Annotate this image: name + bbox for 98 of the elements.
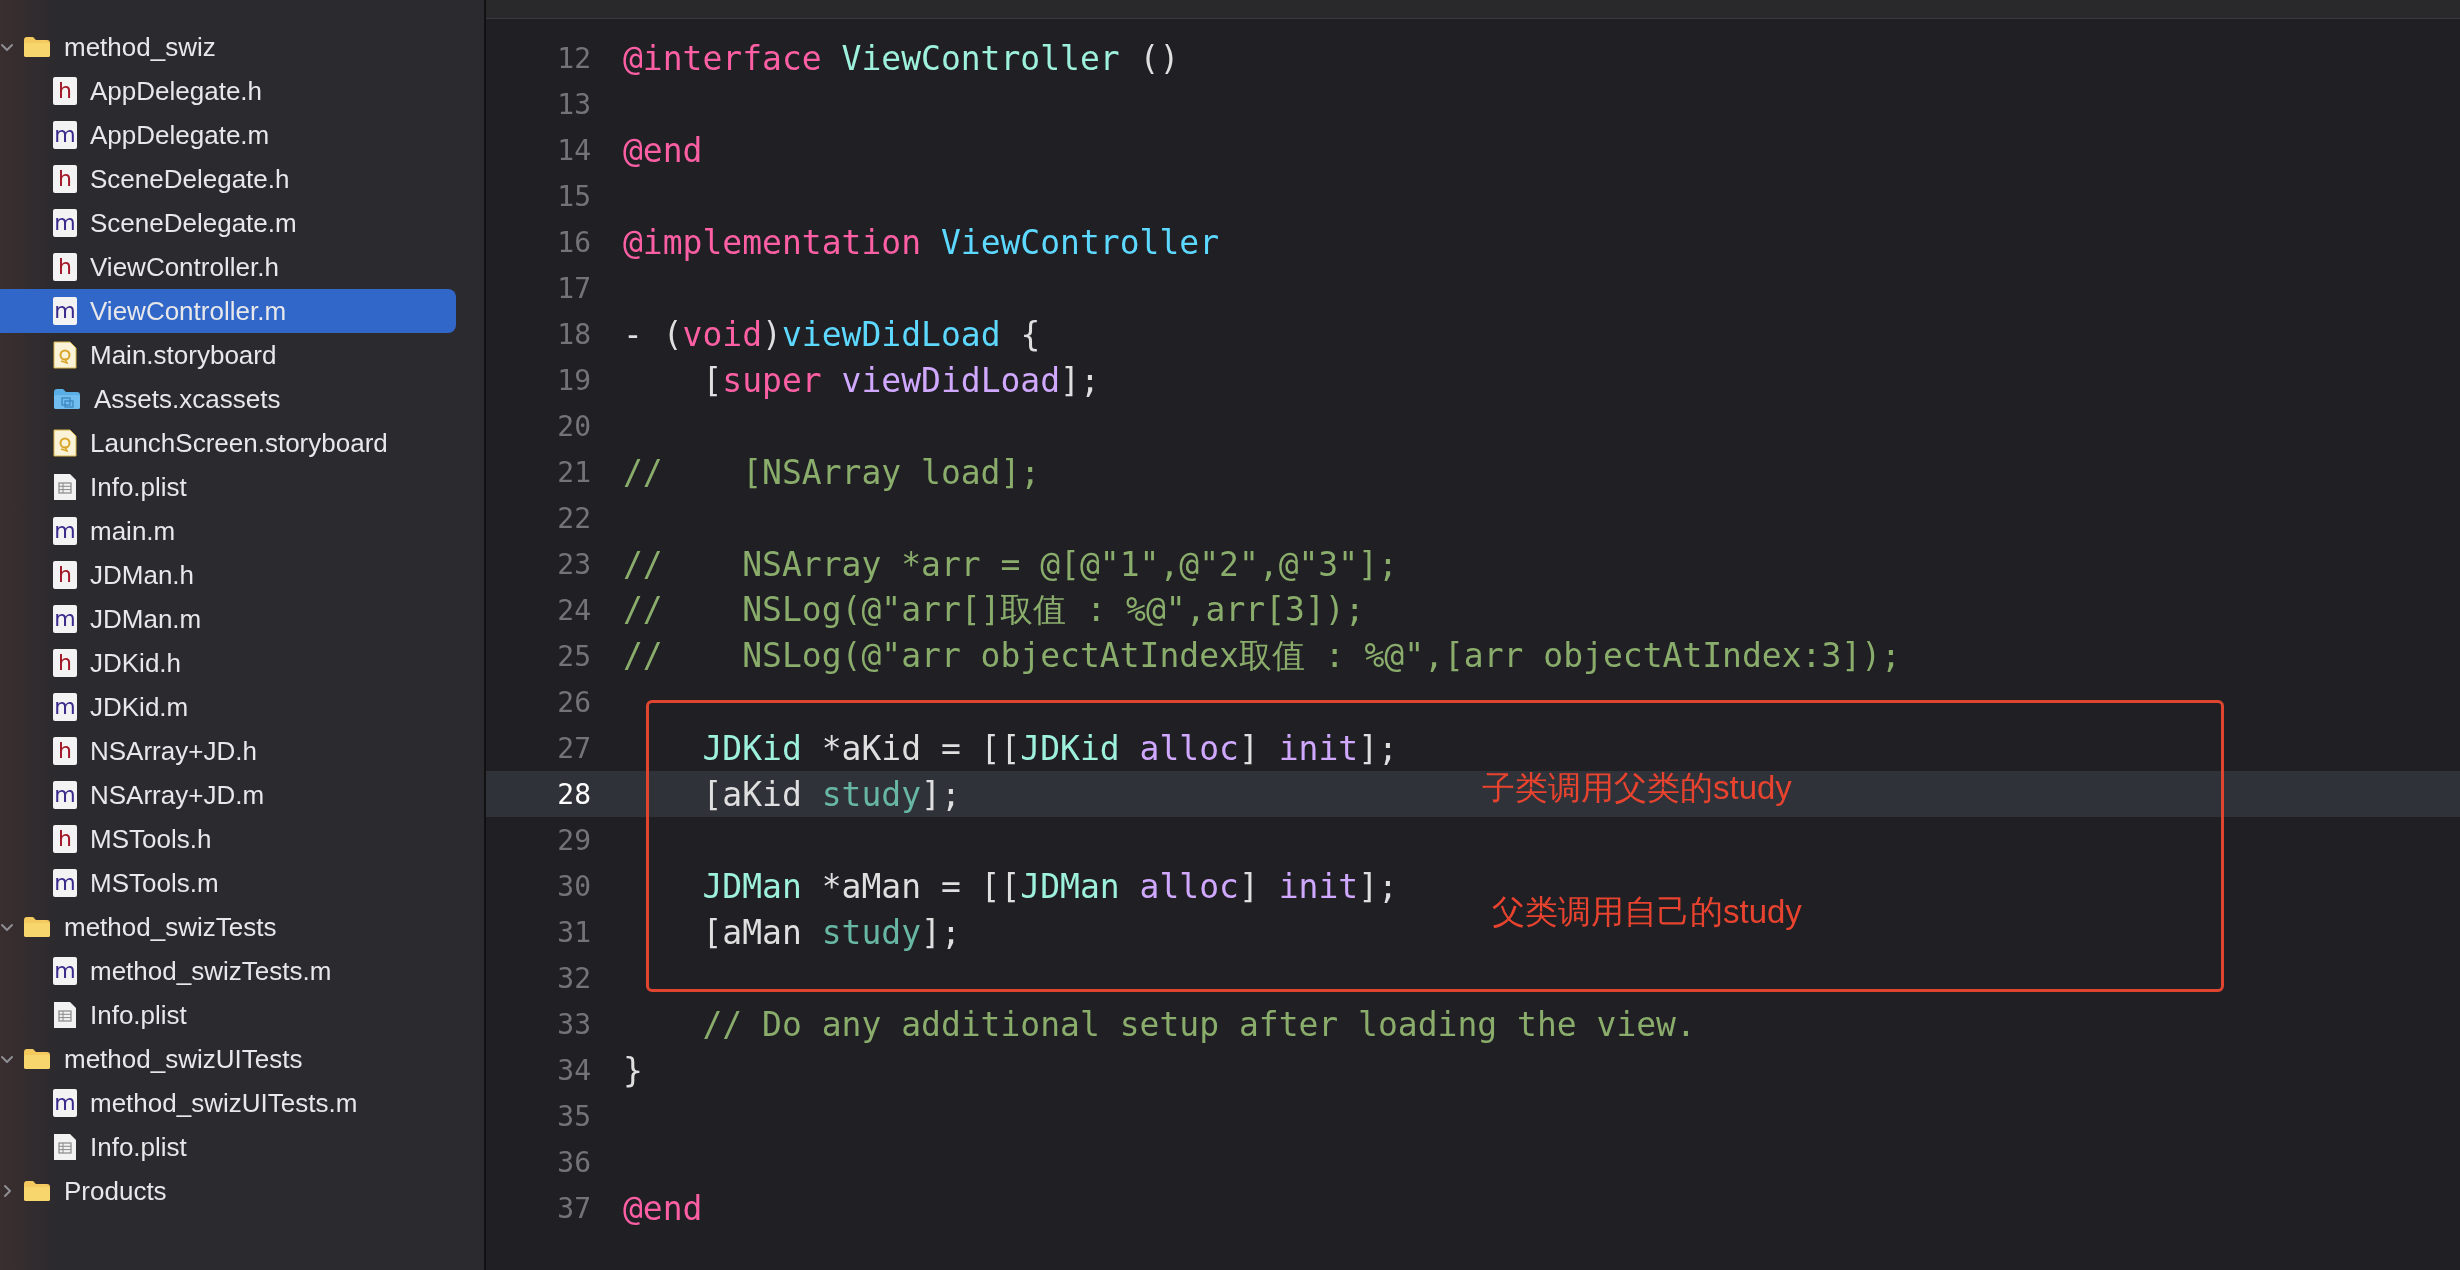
line-number: 19: [556, 363, 591, 397]
plist-icon: [53, 1133, 77, 1161]
file-icon: m: [53, 957, 77, 985]
navigator-item[interactable]: Info.plist: [0, 1125, 456, 1169]
navigator-item[interactable]: Products: [0, 1169, 456, 1213]
code-line: [aMan study];: [701, 912, 961, 952]
code-line: @interface ViewController (): [623, 38, 1180, 78]
file-icon: m: [53, 693, 77, 721]
navigator-item[interactable]: m JDMan.m: [0, 597, 456, 641]
annotation-note: 子类调用父类的study: [1482, 768, 1792, 808]
navigator-item[interactable]: h JDKid.h: [0, 641, 456, 685]
navigator-item[interactable]: Info.plist: [0, 465, 456, 509]
navigator-item[interactable]: m SceneDelegate.m: [0, 201, 456, 245]
code-line: JDMan *aMan = [[JDMan alloc] init];: [701, 866, 1398, 906]
file-icon: m: [53, 517, 77, 545]
annotation-note: 父类调用自己的study: [1492, 892, 1802, 932]
code-line: // NSArray *arr = @[@"1",@"2",@"3"];: [623, 544, 1398, 584]
file-icon: m: [53, 1089, 77, 1117]
line-number: 34: [556, 1053, 591, 1087]
folder-icon: [23, 1180, 51, 1202]
navigator-item[interactable]: LaunchScreen.storyboard: [0, 421, 456, 465]
storyboard-icon: [53, 341, 77, 369]
navigator-item[interactable]: m ViewController.m: [0, 289, 456, 333]
line-number: 22: [556, 501, 591, 535]
navigator-item[interactable]: Info.plist: [0, 993, 456, 1037]
navigator-item[interactable]: h AppDelegate.h: [0, 69, 456, 113]
navigator-item[interactable]: m method_swizTests.m: [0, 949, 456, 993]
file-icon: h: [53, 165, 77, 193]
line-number: 30: [556, 869, 591, 903]
code-line: [super viewDidLoad];: [701, 360, 1100, 400]
navigator-item[interactable]: h JDMan.h: [0, 553, 456, 597]
file-icon: m: [53, 209, 77, 237]
file-icon: h: [53, 561, 77, 589]
code-line: // [NSArray load];: [623, 452, 1041, 492]
line-number: 37: [556, 1191, 591, 1225]
code-line: @end: [623, 130, 703, 170]
line-number: 27: [556, 731, 591, 765]
navigator-item[interactable]: Main.storyboard: [0, 333, 456, 377]
file-icon: m: [53, 781, 77, 809]
navigator-item[interactable]: method_swizTests: [0, 905, 456, 949]
navigator-item[interactable]: m MSTools.m: [0, 861, 456, 905]
plist-icon: [53, 1001, 77, 1029]
navigator-item[interactable]: method_swizUITests: [0, 1037, 456, 1081]
assets-folder-icon: [53, 388, 81, 410]
navigator-item[interactable]: m AppDelegate.m: [0, 113, 456, 157]
file-icon: h: [53, 253, 77, 281]
navigator-item[interactable]: h MSTools.h: [0, 817, 456, 861]
code-line: // NSLog(@"arr[]取值 : %@",arr[3]);: [623, 588, 1365, 631]
file-icon: m: [53, 605, 77, 633]
code-line: JDKid *aKid = [[JDKid alloc] init];: [701, 728, 1398, 768]
code-line: [aKid study];: [701, 774, 961, 814]
navigator-item[interactable]: method_swiz: [0, 25, 456, 69]
line-number: 21: [556, 455, 591, 489]
folder-icon: [23, 36, 51, 58]
navigator-item[interactable]: m main.m: [0, 509, 456, 553]
plist-icon: [53, 473, 77, 501]
line-number: 16: [556, 225, 591, 259]
code-line: // Do any additional setup after loading the view.: [701, 1004, 1696, 1044]
line-number: 17: [556, 271, 591, 305]
line-number: 18: [556, 317, 591, 351]
navigator-item[interactable]: Assets.xcassets: [0, 377, 456, 421]
file-icon: m: [53, 121, 77, 149]
file-icon: h: [53, 825, 77, 853]
file-icon: h: [53, 77, 77, 105]
file-icon: h: [53, 649, 77, 677]
folder-icon: [23, 916, 51, 938]
file-icon: m: [53, 297, 77, 325]
line-number: 29: [556, 823, 591, 857]
navigator-item[interactable]: m NSArray+JD.m: [0, 773, 456, 817]
line-number: 23: [556, 547, 591, 581]
file-icon: m: [53, 869, 77, 897]
navigator-item[interactable]: h NSArray+JD.h: [0, 729, 456, 773]
line-number: 31: [556, 915, 591, 949]
line-number: 33: [556, 1007, 591, 1041]
line-number: 36: [556, 1145, 591, 1179]
line-number: 20: [556, 409, 591, 443]
code-line: @implementation ViewController: [623, 222, 1220, 262]
line-number: 25: [556, 639, 591, 673]
navigator-item[interactable]: m JDKid.m: [0, 685, 456, 729]
navigator-item[interactable]: h SceneDelegate.h: [0, 157, 456, 201]
line-number: 13: [556, 87, 591, 121]
line-number: 26: [556, 685, 591, 719]
folder-icon: [23, 1048, 51, 1070]
line-number: 24: [556, 593, 591, 627]
storyboard-icon: [53, 429, 77, 457]
line-number: 14: [556, 133, 591, 167]
navigator-item[interactable]: m method_swizUITests.m: [0, 1081, 456, 1125]
file-icon: h: [53, 737, 77, 765]
code-line: @end: [623, 1188, 703, 1228]
code-line: // NSLog(@"arr objectAtIndex取值 : %@",[arr objectAtIndex:3]);: [623, 634, 1901, 677]
line-number: 32: [556, 961, 591, 995]
code-line: - (void)viewDidLoad {: [623, 314, 1041, 354]
code-line: }: [623, 1050, 643, 1090]
line-number: 35: [556, 1099, 591, 1133]
navigator-item[interactable]: h ViewController.h: [0, 245, 456, 289]
line-number: 12: [556, 41, 591, 75]
line-number: 28: [556, 777, 591, 811]
line-number: 15: [556, 179, 591, 213]
